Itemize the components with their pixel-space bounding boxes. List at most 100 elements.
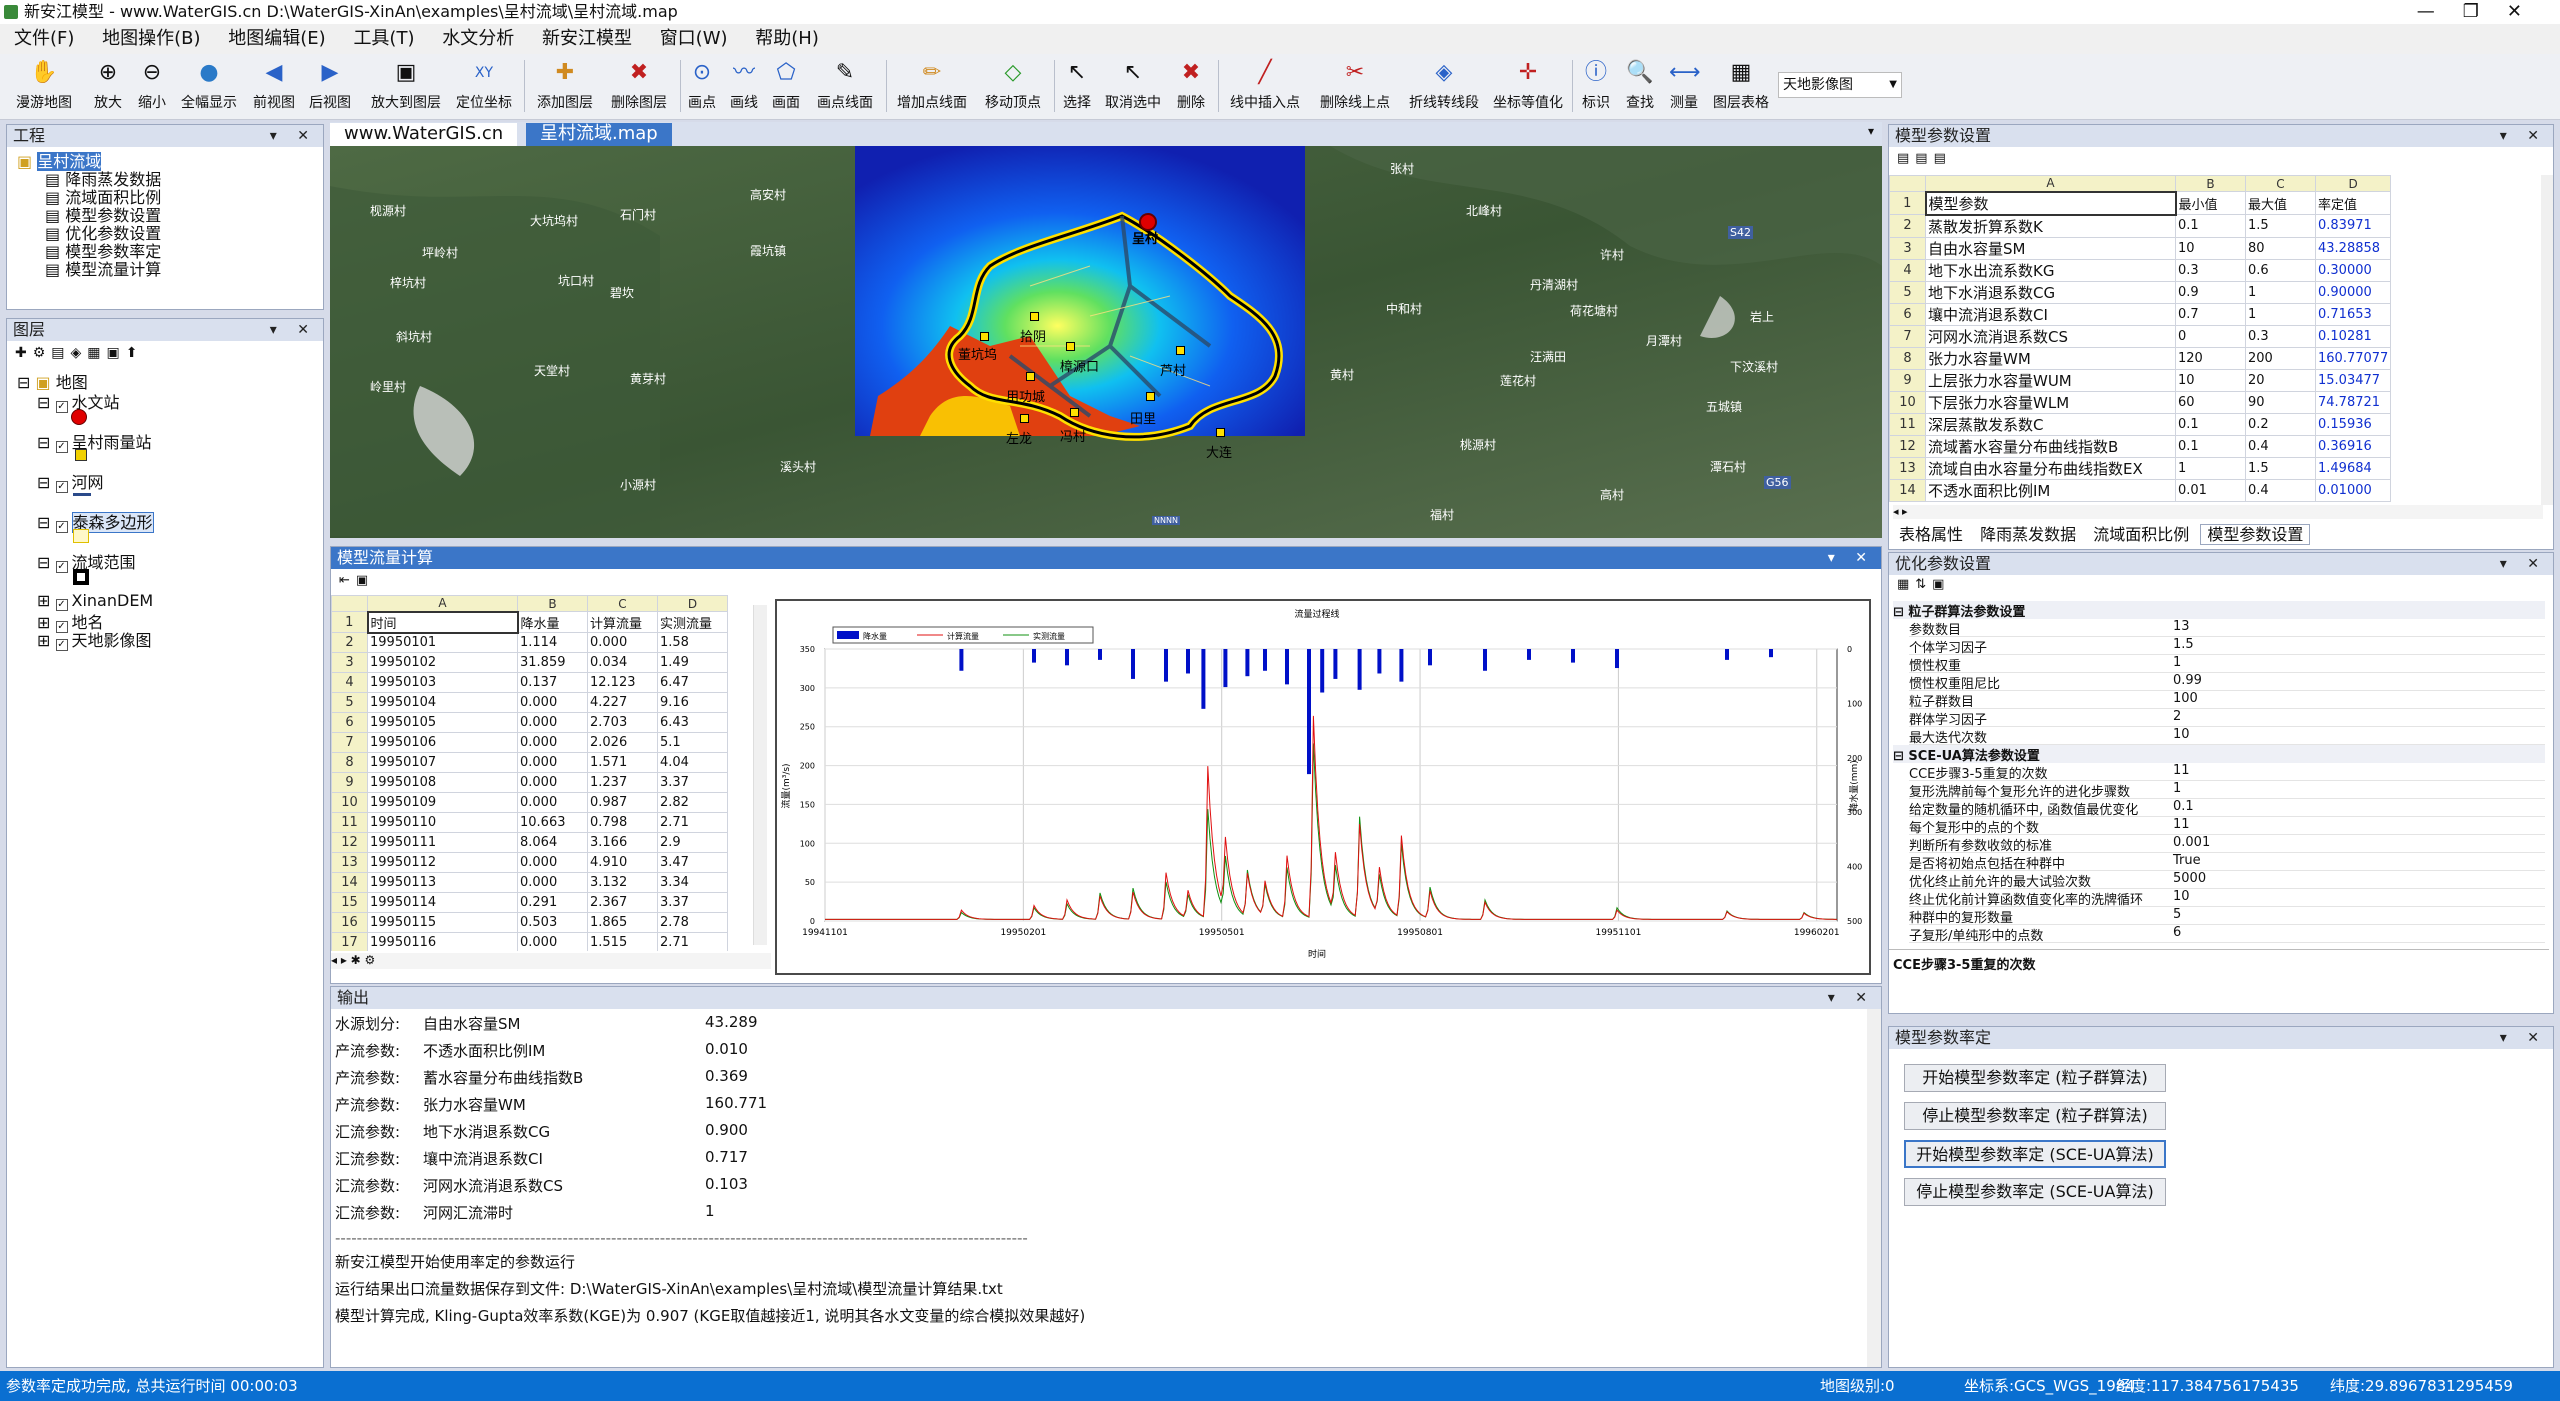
zoom-in-button[interactable]: ⊕ 放大 xyxy=(86,58,130,116)
table-cell[interactable]: 15.03477 xyxy=(2314,368,2392,392)
layer-checkbox[interactable]: ✓ xyxy=(55,441,68,453)
table-cell[interactable]: 12.123 xyxy=(587,672,658,693)
propgrid-group[interactable]: ⊟ SCE-UA算法参数设置 xyxy=(1893,745,2545,764)
measure-button[interactable]: ⟷ 测量 xyxy=(1664,58,1704,116)
identify-button[interactable]: ⓘ 标识 xyxy=(1576,58,1616,116)
table-cell[interactable]: 0.000 xyxy=(517,692,588,713)
table-cell[interactable]: 2.026 xyxy=(587,732,658,753)
table-cell[interactable]: 地下水消退系数CG xyxy=(1925,280,2176,304)
layers-toolbar[interactable]: ✚⚙▤◈▦▣⬆ xyxy=(15,345,143,361)
table-cell[interactable]: 0.000 xyxy=(587,632,658,653)
table-row[interactable]: 11 19950110 10.663 0.798 2.71 xyxy=(331,812,728,833)
table-row[interactable]: 6 19950105 0.000 2.703 6.43 xyxy=(331,712,728,733)
table-cell[interactable]: 19950103 xyxy=(367,672,518,693)
table-row[interactable]: 1 时间 降水量 计算流量 实测流量 xyxy=(331,610,728,634)
grid-nav[interactable]: ◂ ▸ xyxy=(1893,505,2543,519)
table-cell[interactable]: 自由水容量SM xyxy=(1925,236,2176,260)
table-cell[interactable]: 下层张力水容量WLM xyxy=(1925,390,2176,414)
table-cell[interactable]: 19950108 xyxy=(367,772,518,793)
table-cell[interactable]: 0.987 xyxy=(587,792,658,813)
raingauge-marker[interactable] xyxy=(980,332,989,341)
table-cell[interactable]: 0.291 xyxy=(517,892,588,913)
menu-file[interactable]: 文件(F) xyxy=(14,28,74,49)
delete-button[interactable]: ✖ 删除 xyxy=(1170,58,1212,116)
propgrid-row[interactable]: 群体学习因子 2 xyxy=(1909,709,2545,727)
table-cell[interactable]: 实测流量 xyxy=(657,611,728,633)
table-cell[interactable]: 31.859 xyxy=(517,652,588,673)
menu-hydro[interactable]: 水文分析 xyxy=(442,28,514,49)
tab-website[interactable]: www.WaterGIS.cn xyxy=(330,123,518,146)
table-cell[interactable]: 2.82 xyxy=(657,792,728,813)
table-cell[interactable]: 0.1 xyxy=(2175,412,2246,436)
table-cell[interactable]: 0.000 xyxy=(517,872,588,893)
raingauge-marker[interactable] xyxy=(1146,392,1155,401)
table-cell[interactable]: 19950110 xyxy=(367,812,518,833)
table-cell[interactable]: 1.515 xyxy=(587,932,658,951)
draw-feature-button[interactable]: ✎ 画点线面 xyxy=(810,58,880,116)
table-cell[interactable]: 0.000 xyxy=(517,792,588,813)
table-cell[interactable]: 2.703 xyxy=(587,712,658,733)
table-cell[interactable]: 河网水流消退系数CS xyxy=(1925,324,2176,348)
raingauge-marker[interactable] xyxy=(1030,312,1039,321)
tab-map[interactable]: 呈村流域.map xyxy=(526,123,672,146)
table-cell[interactable]: 4.227 xyxy=(587,692,658,713)
propgrid-row[interactable]: 种群中的复形数量 5 xyxy=(1909,907,2545,925)
table-row[interactable]: 13 流域自由水容量分布曲线指数EX 1 1.5 1.49684 xyxy=(1889,456,2392,480)
table-cell[interactable]: 19950102 xyxy=(367,652,518,673)
grid-nav[interactable]: ◂ ▸ ✱ ⚙ xyxy=(331,953,771,969)
layer-river[interactable]: ⊟ ✓ 河网 xyxy=(37,469,104,493)
menu-map-edit[interactable]: 地图编辑(E) xyxy=(228,28,325,49)
table-cell[interactable]: 19950109 xyxy=(367,792,518,813)
propgrid-row[interactable]: 复形洗牌前每个复形允许的进化步骤数 1 xyxy=(1909,781,2545,799)
table-row[interactable]: 7 河网水流消退系数CS 0 0.3 0.10281 xyxy=(1889,324,2392,348)
optim-property-grid[interactable]: ⊟ 粒子群算法参数设置 参数数目 13 个体学习因子 1.5 惯性权重 1 惯性权重阻尼比 0.… xyxy=(1889,601,2549,1011)
table-row[interactable]: 13 19950112 0.000 4.910 3.47 xyxy=(331,852,728,873)
project-item-flow[interactable]: ▤ 模型流量计算 xyxy=(17,261,161,279)
table-row[interactable]: 14 19950113 0.000 3.132 3.34 xyxy=(331,872,728,893)
table-row[interactable]: 10 19950109 0.000 0.987 2.82 xyxy=(331,792,728,813)
table-cell[interactable]: 0.71653 xyxy=(2314,302,2392,326)
table-cell[interactable]: 蒸散发折算系数K xyxy=(1925,214,2176,238)
table-cell[interactable]: 2.367 xyxy=(587,892,658,913)
table-cell[interactable]: 率定值 xyxy=(2314,191,2392,215)
table-cell[interactable]: 3.37 xyxy=(657,772,728,793)
locate-coord-button[interactable]: XY 定位坐标 xyxy=(452,58,516,116)
table-row[interactable]: 2 蒸散发折算系数K 0.1 1.5 0.83971 xyxy=(1889,214,2392,238)
pan-button[interactable]: ✋ 漫游地图 xyxy=(14,58,74,116)
table-cell[interactable]: 降水量 xyxy=(517,611,588,633)
table-cell[interactable]: 1 xyxy=(2245,302,2316,326)
table-row[interactable]: 9 19950108 0.000 1.237 3.37 xyxy=(331,772,728,793)
table-cell[interactable]: 3.34 xyxy=(657,872,728,893)
flow-grid[interactable]: ABCD 1 时间 降水量 计算流量 实测流量 2 19950101 1.114 0.000 1.… xyxy=(331,595,771,951)
layer-imagery[interactable]: ⊞ ✓ 天地影像图 xyxy=(37,627,152,651)
minimize-button[interactable]: — xyxy=(2417,1,2463,22)
table-cell[interactable]: 19950105 xyxy=(367,712,518,733)
table-cell[interactable]: 2.9 xyxy=(657,832,728,853)
table-cell[interactable]: 8.064 xyxy=(517,832,588,853)
table-cell[interactable]: 9.16 xyxy=(657,692,728,713)
table-row[interactable]: 8 19950107 0.000 1.571 4.04 xyxy=(331,752,728,773)
table-cell[interactable]: 1 xyxy=(2175,456,2246,480)
table-row[interactable]: 11 深层蒸散发系数C 0.1 0.2 0.15936 xyxy=(1889,412,2392,436)
table-cell[interactable]: 19950111 xyxy=(367,832,518,853)
table-cell[interactable]: 4.910 xyxy=(587,852,658,873)
table-cell[interactable]: 0.10281 xyxy=(2314,324,2392,348)
table-cell[interactable]: 19950114 xyxy=(367,892,518,913)
table-cell[interactable]: 80 xyxy=(2245,236,2316,260)
table-cell[interactable]: 0.83971 xyxy=(2314,214,2392,238)
next-view-button[interactable]: ▶ 后视图 xyxy=(304,58,356,116)
propgrid-row[interactable]: 最大迭代次数 10 xyxy=(1909,727,2545,745)
layer-checkbox[interactable]: ✓ xyxy=(55,561,68,573)
project-item-param[interactable]: ▤ 模型参数设置 xyxy=(17,207,161,225)
param-grid[interactable]: ABCD 1 模型参数 最小值 最大值 率定值 2 蒸散发折算系数K 0.1 1.5 0.8397… xyxy=(1889,175,2539,505)
table-cell[interactable]: 0.798 xyxy=(587,812,658,833)
project-item-optim[interactable]: ▤ 优化参数设置 xyxy=(17,225,161,243)
raingauge-marker[interactable] xyxy=(1066,342,1075,351)
remove-layer-button[interactable]: ✖ 删除图层 xyxy=(604,58,674,116)
layer-checkbox[interactable]: ✓ xyxy=(55,639,68,651)
table-row[interactable]: 14 不透水面积比例IM 0.01 0.4 0.01000 xyxy=(1889,478,2392,502)
add-feature-button[interactable]: ✏ 增加点线面 xyxy=(892,58,972,116)
table-row[interactable]: 5 19950104 0.000 4.227 9.16 xyxy=(331,692,728,713)
table-cell[interactable]: 流域蓄水容量分布曲线指数B xyxy=(1925,434,2176,458)
table-row[interactable]: 5 地下水消退系数CG 0.9 1 0.90000 xyxy=(1889,280,2392,304)
